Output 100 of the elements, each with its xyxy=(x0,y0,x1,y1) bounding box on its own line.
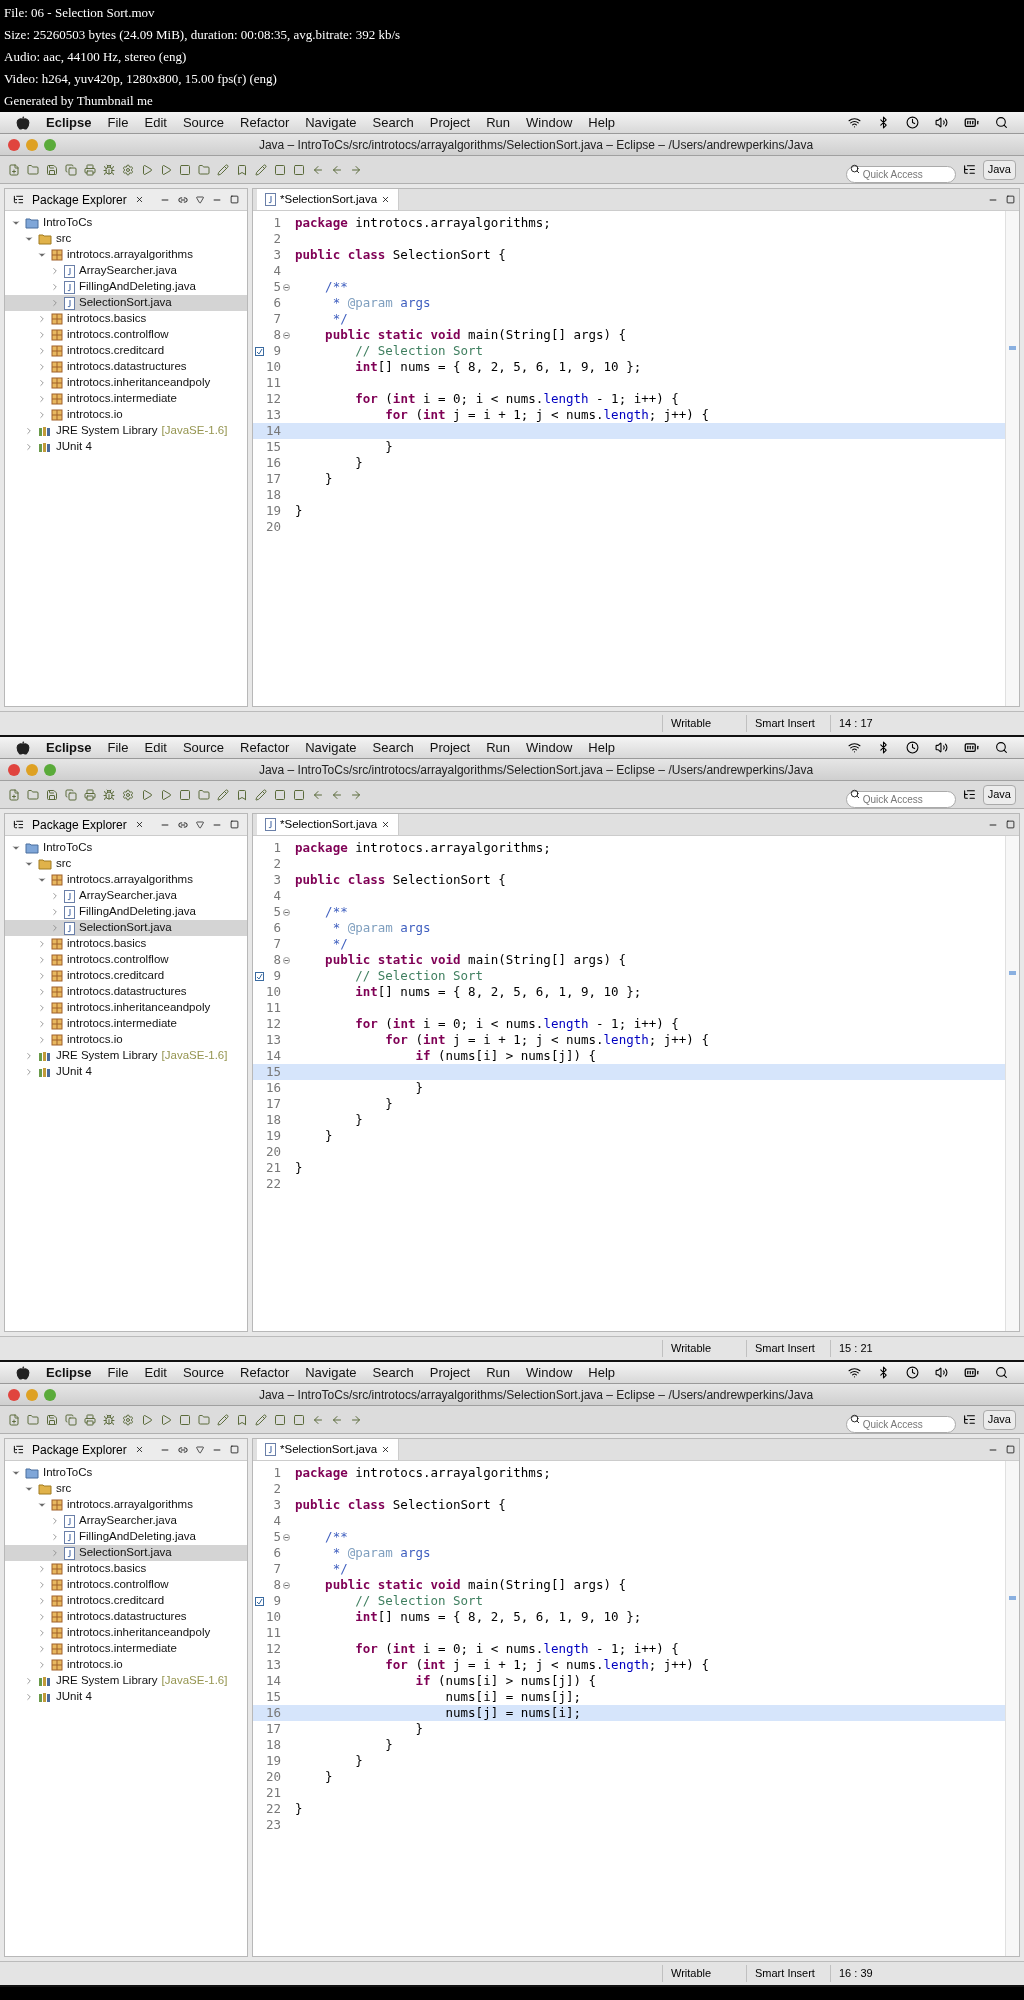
square-icon[interactable] xyxy=(274,788,286,801)
pencil-icon[interactable] xyxy=(217,788,229,801)
close-window-icon[interactable] xyxy=(8,763,20,776)
close-icon[interactable] xyxy=(381,1445,391,1454)
new-file-icon[interactable] xyxy=(8,163,20,176)
bug-icon[interactable] xyxy=(103,788,115,801)
view-menu-icon[interactable] xyxy=(196,195,204,204)
menu-item[interactable]: Edit xyxy=(144,737,167,758)
menu-item[interactable]: Eclipse xyxy=(46,737,92,758)
open-perspective-icon[interactable] xyxy=(962,788,976,801)
close-window-icon[interactable] xyxy=(8,138,20,151)
menu-item[interactable]: Run xyxy=(486,1362,511,1383)
menu-item[interactable]: Window xyxy=(526,737,573,758)
search-icon[interactable] xyxy=(995,1366,1008,1379)
menu-item[interactable]: Run xyxy=(486,737,511,758)
folder-icon[interactable] xyxy=(27,163,39,176)
apple-logo-icon[interactable] xyxy=(16,115,30,130)
maximize-icon[interactable] xyxy=(1006,195,1015,204)
open-perspective-icon[interactable] xyxy=(962,1413,976,1426)
tree-item[interactable]: introtocs.basics xyxy=(5,311,247,327)
square-icon[interactable] xyxy=(179,1413,191,1426)
menu-item[interactable]: Edit xyxy=(144,1362,167,1383)
tree-item[interactable]: IntroToCs xyxy=(5,215,247,231)
maximize-icon[interactable] xyxy=(230,820,239,829)
menu-item[interactable]: Edit xyxy=(144,112,167,133)
menu-item[interactable]: Help xyxy=(588,737,616,758)
zoom-window-icon[interactable] xyxy=(44,1388,56,1401)
folder-icon[interactable] xyxy=(198,1413,210,1426)
tree-item[interactable]: introtocs.creditcard xyxy=(5,968,247,984)
apple-logo-icon[interactable] xyxy=(16,1365,30,1380)
tree-item[interactable]: introtocs.basics xyxy=(5,936,247,952)
tree-item[interactable]: introtocs.datastructures xyxy=(5,1609,247,1625)
menu-item[interactable]: Help xyxy=(588,1362,616,1383)
play-icon[interactable] xyxy=(141,788,153,801)
clock-icon[interactable] xyxy=(906,741,919,754)
printer-icon[interactable] xyxy=(84,788,96,801)
quick-access-field[interactable]: Quick Access xyxy=(845,1416,956,1433)
maximize-icon[interactable] xyxy=(1006,820,1015,829)
zoom-window-icon[interactable] xyxy=(44,138,56,151)
tree-item[interactable]: JUnit 4 xyxy=(5,439,247,455)
menu-item[interactable]: Navigate xyxy=(305,737,357,758)
tree-item[interactable]: JRE System Library [JavaSE-1.6] xyxy=(5,1048,247,1064)
task-marker-icon[interactable] xyxy=(1009,1596,1016,1600)
bluetooth-icon[interactable] xyxy=(877,116,890,129)
link-icon[interactable] xyxy=(178,194,188,205)
close-icon[interactable] xyxy=(134,195,144,204)
menu-item[interactable]: Refactor xyxy=(240,737,290,758)
editor-tab[interactable]: *SelectionSort.java xyxy=(257,814,400,835)
fold-minus-icon[interactable] xyxy=(282,908,290,916)
battery-icon[interactable] xyxy=(964,1365,979,1380)
tree-item[interactable]: ArraySearcher.java xyxy=(5,888,247,904)
open-perspective-icon[interactable] xyxy=(962,163,976,176)
tree-item[interactable]: introtocs.inheritanceandpoly xyxy=(5,1625,247,1641)
copy-icon[interactable] xyxy=(65,163,77,176)
tree-item[interactable]: SelectionSort.java xyxy=(5,920,247,936)
tree-item[interactable]: JRE System Library [JavaSE-1.6] xyxy=(5,423,247,439)
printer-icon[interactable] xyxy=(84,1413,96,1426)
menu-item[interactable]: Refactor xyxy=(240,1362,290,1383)
tree-item[interactable]: ArraySearcher.java xyxy=(5,263,247,279)
bluetooth-icon[interactable] xyxy=(877,741,890,754)
wifi-icon[interactable] xyxy=(848,1366,861,1379)
close-window-icon[interactable] xyxy=(8,1388,20,1401)
volume-icon[interactable] xyxy=(935,1366,948,1379)
battery-icon[interactable] xyxy=(964,115,979,130)
view-menu-icon[interactable] xyxy=(196,820,204,829)
close-icon[interactable] xyxy=(134,820,144,829)
save-icon[interactable] xyxy=(46,163,58,176)
pencil-icon[interactable] xyxy=(217,163,229,176)
tree-item[interactable]: ArraySearcher.java xyxy=(5,1513,247,1529)
gear-icon[interactable] xyxy=(122,163,134,176)
menu-item[interactable]: Source xyxy=(182,1362,225,1383)
menu-item[interactable]: Help xyxy=(588,112,616,133)
save-icon[interactable] xyxy=(46,1413,58,1426)
tree-item[interactable]: SelectionSort.java xyxy=(5,295,247,311)
tree-item[interactable]: introtocs.arrayalgorithms xyxy=(5,1497,247,1513)
tree-item[interactable]: introtocs.creditcard xyxy=(5,1593,247,1609)
quick-access-field[interactable]: Quick Access xyxy=(845,166,956,183)
menu-item[interactable]: Eclipse xyxy=(46,1362,92,1383)
fold-minus-icon[interactable] xyxy=(282,956,290,964)
tree-item[interactable]: FillingAndDeleting.java xyxy=(5,279,247,295)
tree-item[interactable]: JRE System Library [JavaSE-1.6] xyxy=(5,1673,247,1689)
folder-icon[interactable] xyxy=(198,163,210,176)
menu-item[interactable]: Project xyxy=(429,1362,471,1383)
square-icon[interactable] xyxy=(179,788,191,801)
tree-item[interactable]: introtocs.controlflow xyxy=(5,1577,247,1593)
menu-item[interactable]: Window xyxy=(526,1362,573,1383)
new-file-icon[interactable] xyxy=(8,788,20,801)
tree-item[interactable]: introtocs.creditcard xyxy=(5,343,247,359)
view-menu-icon[interactable] xyxy=(196,1445,204,1454)
tree-item[interactable]: introtocs.datastructures xyxy=(5,984,247,1000)
folder-icon[interactable] xyxy=(198,788,210,801)
menu-item[interactable]: Window xyxy=(526,112,573,133)
battery-icon[interactable] xyxy=(964,740,979,755)
square-icon[interactable] xyxy=(293,163,305,176)
save-icon[interactable] xyxy=(46,788,58,801)
bluetooth-icon[interactable] xyxy=(877,1366,890,1379)
tree-item[interactable]: introtocs.controlflow xyxy=(5,952,247,968)
square-icon[interactable] xyxy=(293,1413,305,1426)
tree-item[interactable]: IntroToCs xyxy=(5,1465,247,1481)
zoom-window-icon[interactable] xyxy=(44,763,56,776)
